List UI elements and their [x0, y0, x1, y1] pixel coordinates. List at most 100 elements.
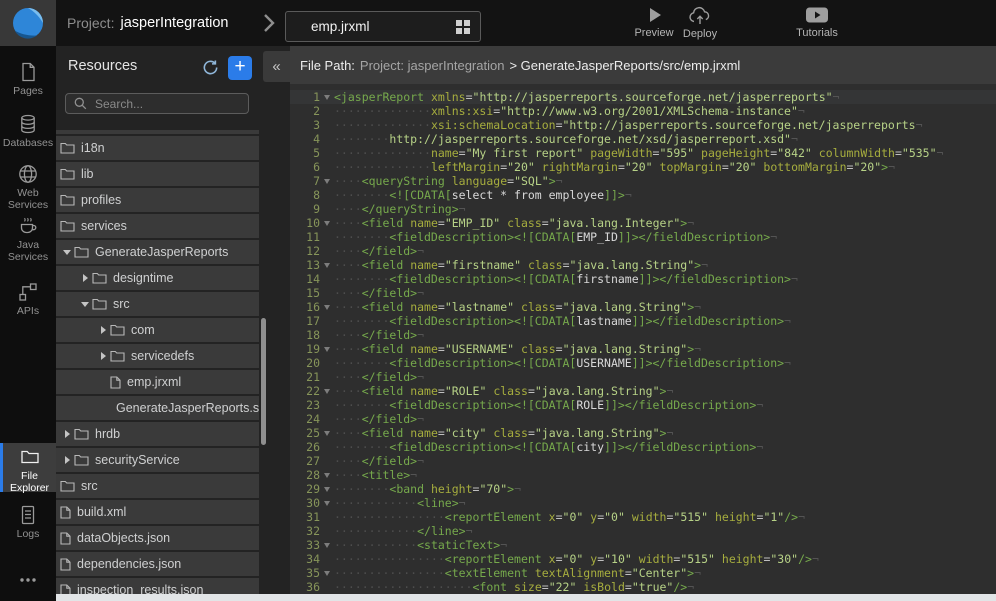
preview-button[interactable]: Preview	[628, 5, 680, 39]
fold-arrow-icon[interactable]	[320, 426, 334, 440]
tree-item-profiles[interactable]: profiles	[56, 188, 259, 212]
code-line-10[interactable]: 10····<field name="EMP_ID" class="java.l…	[290, 216, 996, 230]
horizontal-scrollbar[interactable]	[56, 594, 996, 601]
code-line-24[interactable]: 24····</field>¬	[290, 412, 996, 426]
line-number: 23	[290, 398, 320, 412]
tree-item-i18n[interactable]: i18n	[56, 136, 259, 160]
code-line-25[interactable]: 25····<field name="city" class="java.lan…	[290, 426, 996, 440]
line-number: 30	[290, 496, 320, 510]
tree-item-dependencies-json[interactable]: dependencies.json	[56, 552, 259, 576]
fold-arrow-icon[interactable]	[320, 300, 334, 314]
code-line-27[interactable]: 27····</field>¬	[290, 454, 996, 468]
sidebar-item-databases[interactable]: Databases	[0, 110, 56, 150]
sidebar-item-java-services[interactable]: Java Services	[0, 212, 56, 263]
tree-item-servicedefs[interactable]: servicedefs	[56, 344, 259, 368]
code-line-2[interactable]: 2··············xmlns:xsi="http://www.w3.…	[290, 104, 996, 118]
code-line-34[interactable]: 34················<reportElement x="0" y…	[290, 552, 996, 566]
tree-item-generatejasperreports-s[interactable]: GenerateJasperReports.s	[56, 396, 259, 420]
line-number: 7	[290, 174, 320, 188]
sidebar-item-file-explorer[interactable]: File Explorer	[0, 443, 56, 492]
code-line-12[interactable]: 12····</field>¬	[290, 244, 996, 258]
code-line-31[interactable]: 31················<reportElement x="0" y…	[290, 510, 996, 524]
deploy-button[interactable]: Deploy	[674, 5, 726, 40]
tree-item-lib[interactable]: lib	[56, 162, 259, 186]
code-text: ············<staticText>¬	[334, 538, 996, 552]
tree-item-build-xml[interactable]: build.xml	[56, 500, 259, 524]
code-line-8[interactable]: 8········<![CDATA[select * from employee…	[290, 188, 996, 202]
more-button[interactable]	[0, 566, 56, 591]
code-line-20[interactable]: 20········<fieldDescription><![CDATA[USE…	[290, 356, 996, 370]
code-line-7[interactable]: 7····<queryString language="SQL">¬	[290, 174, 996, 188]
sidebar-item-web-services[interactable]: Web Services	[0, 160, 56, 211]
code-line-30[interactable]: 30············<line>¬	[290, 496, 996, 510]
code-line-16[interactable]: 16····<field name="lastname" class="java…	[290, 300, 996, 314]
tree-item-securityservice[interactable]: securityService	[56, 448, 259, 472]
code-line-33[interactable]: 33············<staticText>¬	[290, 538, 996, 552]
fold-arrow-icon[interactable]	[320, 482, 334, 496]
fold-arrow-icon[interactable]	[320, 538, 334, 552]
code-line-17[interactable]: 17········<fieldDescription><![CDATA[las…	[290, 314, 996, 328]
code-line-29[interactable]: 29········<band height="70">¬	[290, 482, 996, 496]
code-line-21[interactable]: 21····</field>¬	[290, 370, 996, 384]
fold-arrow-icon[interactable]	[320, 566, 334, 580]
code-line-22[interactable]: 22····<field name="ROLE" class="java.lan…	[290, 384, 996, 398]
code-line-5[interactable]: 5··············name="My first report" pa…	[290, 146, 996, 160]
expand-arrow-icon[interactable]	[60, 430, 74, 438]
add-resource-button[interactable]: +	[228, 56, 252, 80]
code-editor[interactable]: 1<jasperReport xmlns="http://jasperrepor…	[290, 84, 996, 594]
fold-arrow-icon[interactable]	[320, 90, 334, 104]
resources-panel: Resources + « i18nlibprofilesservicesGen…	[56, 46, 290, 595]
collapse-arrow-icon[interactable]	[60, 250, 74, 255]
code-line-6[interactable]: 6··············leftMargin="20" rightMarg…	[290, 160, 996, 174]
code-line-18[interactable]: 18····</field>¬	[290, 328, 996, 342]
tutorials-button[interactable]: Tutorials	[791, 5, 843, 39]
expand-arrow-icon[interactable]	[60, 456, 74, 464]
tree-item-src[interactable]: src	[56, 474, 259, 498]
expand-arrow-icon[interactable]	[78, 274, 92, 282]
tree-item-hrdb[interactable]: hrdb	[56, 422, 259, 446]
code-line-36[interactable]: 36····················<font size="22" is…	[290, 580, 996, 594]
code-line-32[interactable]: 32············</line>¬	[290, 524, 996, 538]
code-line-19[interactable]: 19····<field name="USERNAME" class="java…	[290, 342, 996, 356]
code-line-9[interactable]: 9····</queryString>¬	[290, 202, 996, 216]
code-line-13[interactable]: 13····<field name="firstname" class="jav…	[290, 258, 996, 272]
code-line-14[interactable]: 14········<fieldDescription><![CDATA[fir…	[290, 272, 996, 286]
sidebar-item-pages[interactable]: Pages	[0, 58, 56, 98]
resources-search-box[interactable]	[65, 93, 249, 114]
fold-arrow-icon[interactable]	[320, 384, 334, 398]
code-line-15[interactable]: 15····</field>¬	[290, 286, 996, 300]
resources-scrollbar[interactable]	[261, 318, 266, 445]
expand-arrow-icon[interactable]	[96, 326, 110, 334]
code-line-23[interactable]: 23········<fieldDescription><![CDATA[ROL…	[290, 398, 996, 412]
coffee-icon	[17, 215, 39, 237]
code-line-1[interactable]: 1<jasperReport xmlns="http://jasperrepor…	[290, 90, 996, 104]
fold-arrow-icon[interactable]	[320, 468, 334, 482]
code-line-3[interactable]: 3··············xsi:schemaLocation="http:…	[290, 118, 996, 132]
tree-item-services[interactable]: services	[56, 214, 259, 238]
fold-arrow-icon[interactable]	[320, 258, 334, 272]
sidebar-item-apis[interactable]: APIs	[0, 278, 56, 318]
code-line-35[interactable]: 35················<textElement textAlign…	[290, 566, 996, 580]
tree-item-label: dependencies.json	[77, 557, 181, 571]
tree-item-src[interactable]: src	[56, 292, 259, 316]
fold-arrow-icon[interactable]	[320, 174, 334, 188]
tree-item-inspection-results-json[interactable]: inspection_results.json	[56, 578, 259, 595]
fold-arrow-icon[interactable]	[320, 342, 334, 356]
code-line-4[interactable]: 4········http://jasperreports.sourceforg…	[290, 132, 996, 146]
collapse-arrow-icon[interactable]	[78, 302, 92, 307]
tree-item-com[interactable]: com	[56, 318, 259, 342]
tree-item-emp-jrxml[interactable]: emp.jrxml	[56, 370, 259, 394]
tree-item-designtime[interactable]: designtime	[56, 266, 259, 290]
search-input[interactable]	[93, 96, 233, 112]
code-line-26[interactable]: 26········<fieldDescription><![CDATA[cit…	[290, 440, 996, 454]
fold-arrow-icon[interactable]	[320, 496, 334, 510]
sidebar-item-logs[interactable]: Logs	[0, 501, 56, 541]
tree-item-generatejasperreports[interactable]: GenerateJasperReports	[56, 240, 259, 264]
refresh-button[interactable]	[202, 59, 219, 76]
expand-arrow-icon[interactable]	[96, 352, 110, 360]
code-line-28[interactable]: 28····<title>¬	[290, 468, 996, 482]
code-line-11[interactable]: 11········<fieldDescription><![CDATA[EMP…	[290, 230, 996, 244]
tree-item-dataobjects-json[interactable]: dataObjects.json	[56, 526, 259, 550]
collapse-panel-button[interactable]: «	[263, 51, 290, 82]
fold-arrow-icon[interactable]	[320, 216, 334, 230]
